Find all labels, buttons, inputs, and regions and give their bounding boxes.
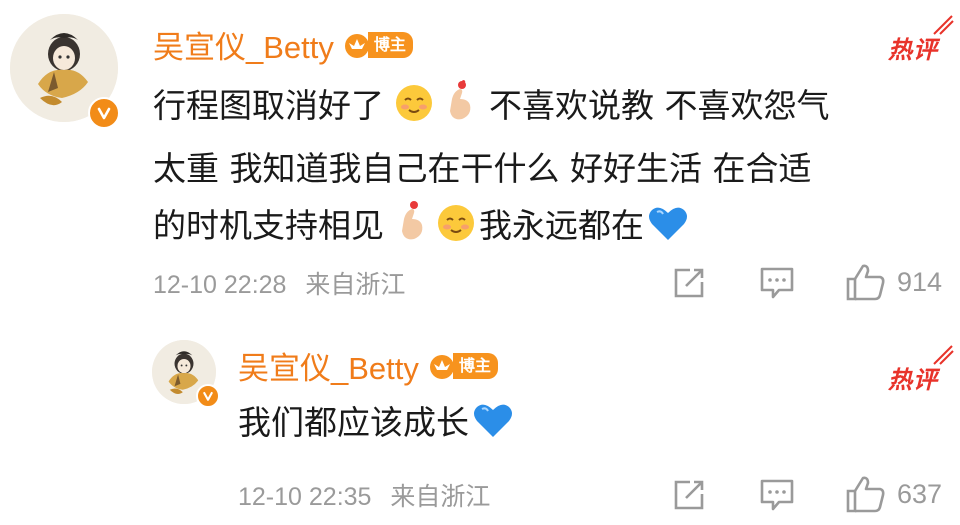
blue-heart-emoji [472,400,514,457]
comment-text: 我们都应该成长 [238,394,517,457]
share-icon [674,480,704,510]
comment-meta: 12-10 22:28 来自浙江 [153,265,405,301]
comment-line-text: 我永远都在 [479,206,644,245]
verified-badge-icon [196,384,220,408]
username[interactable]: 吴宣仪_Betty [153,22,334,67]
blushing-face-emoji [436,203,476,260]
location: 来自浙江 [305,271,406,299]
blue-heart-emoji [647,203,689,260]
hot-comment-label: 热评 [888,366,938,394]
comment-icon [760,267,794,299]
timestamp: 12-10 22:28 [153,271,287,299]
comment-line-text: 行程图取消好了 [153,86,384,125]
like-button[interactable]: 637 [845,474,942,514]
role-badge-label: 博主 [452,352,498,379]
comment-icon [760,479,794,511]
share-button[interactable] [672,266,706,300]
comment-button[interactable] [759,266,795,300]
comment-meta: 12-10 22:35 来自浙江 [238,477,490,513]
role-badge: 博主 [427,351,498,381]
finger-heart-emoji [440,79,478,140]
thumbs-up-icon [846,476,885,513]
share-icon [674,268,704,298]
comment-header: 吴宣仪_Betty 博主 [153,22,413,67]
blushing-face-emoji [394,83,434,140]
role-badge-label: 博主 [367,31,413,58]
like-count: 914 [897,266,943,297]
finger-heart-emoji [392,199,430,260]
comment-line: 的时机支持相见 我永远都在 [153,197,830,260]
timestamp: 12-10 22:35 [238,483,372,511]
comment-text: 行程图取消好了 不喜欢说教 不喜欢怨气 太重 我知道我自己在干什么 好好生活 在… [153,77,830,260]
location: 来自浙江 [390,483,491,511]
thumbs-up-icon [846,264,885,301]
comment-line-text: 我们都应该成长 [238,403,469,442]
verified-badge-icon [88,97,120,129]
comment-line-text: 不喜欢说教 不喜欢怨气 [489,86,830,125]
comment-line: 太重 我知道我自己在干什么 好好生活 在合适 [153,149,812,188]
comment-line: 行程图取消好了 不喜欢说教 不喜欢怨气 [153,77,830,140]
comment-header: 吴宣仪_Betty 博主 [238,343,498,388]
hot-flame-icon [933,345,954,365]
comment-line-text: 的时机支持相见 [153,206,384,245]
share-button[interactable] [672,478,706,512]
hot-comment-label: 热评 [888,36,938,64]
role-badge: 博主 [342,30,413,60]
comment-button[interactable] [759,478,795,512]
like-button[interactable]: 914 [845,262,942,302]
username[interactable]: 吴宣仪_Betty [238,343,419,388]
like-count: 637 [897,478,943,509]
hot-flame-icon [933,15,954,35]
